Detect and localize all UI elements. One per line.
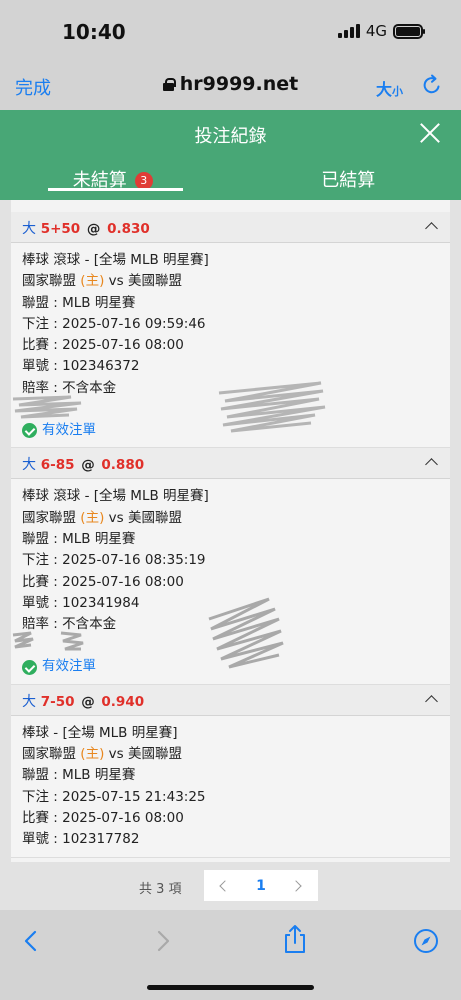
close-icon[interactable] <box>419 122 441 144</box>
url-text: hr9999.net <box>179 73 299 95</box>
bet-odds: 0.830 <box>107 221 150 237</box>
back-icon[interactable] <box>18 928 44 954</box>
bet-card-body: 棒球 - [全場 MLB 明星賽] 國家聯盟 (主) vs 美國聯盟 聯盟 : … <box>11 716 450 857</box>
pager-controls: 1 <box>204 870 318 901</box>
lock-icon <box>162 78 176 91</box>
bet-card: 大 6-85 @ 0.880 棒球 滾球 - [全場 MLB 明星賽] 國家聯盟… <box>11 448 450 685</box>
bet-event: 棒球 滾球 - [全場 MLB 明星賽] <box>22 252 209 268</box>
pager-total: 共 3 項 <box>139 882 182 897</box>
bet-league: 聯盟 : MLB 明星賽 <box>22 530 136 547</box>
reload-icon[interactable] <box>421 74 443 96</box>
pagination: 共 3 項 1 <box>11 862 450 910</box>
pager-current-page[interactable]: 1 <box>256 878 266 894</box>
bet-card-header[interactable]: 大 6-85 @ 0.880 <box>11 448 450 480</box>
status-time: 10:40 <box>62 20 126 44</box>
check-icon <box>22 423 37 439</box>
bet-at: @ <box>81 693 95 710</box>
bet-card: 大 7-50 @ 0.940 棒球 - [全場 MLB 明星賽] 國家聯盟 (主… <box>11 684 450 858</box>
redacted-line <box>22 399 450 420</box>
page-title: 投注紀錄 <box>194 126 267 147</box>
bet-ticket-number: 單號 : 102346372 <box>22 358 140 375</box>
redacted-line <box>22 635 450 656</box>
bet-odds-type: 賠率 : 不含本金 <box>22 379 117 396</box>
chevron-up-icon[interactable] <box>425 222 438 235</box>
bet-card-body: 棒球 滾球 - [全場 MLB 明星賽] 國家聯盟 (主) vs 美國聯盟 聯盟… <box>11 479 450 683</box>
home-indicator <box>147 985 314 990</box>
bet-line: 5+50 <box>40 221 81 237</box>
bet-placed-time: 下注 : 2025-07-16 09:59:46 <box>22 315 206 332</box>
bet-match-time: 比賽 : 2025-07-16 08:00 <box>22 337 184 354</box>
active-tab-indicator <box>48 188 183 191</box>
tab-bar: 未結算 3 已結算 <box>0 158 461 200</box>
bet-at: @ <box>81 457 95 474</box>
bet-status-label: 有效注單 <box>42 422 96 439</box>
bet-match-time: 比賽 : 2025-07-16 08:00 <box>22 809 184 826</box>
bet-event: 棒球 - [全場 MLB 明星賽] <box>22 724 178 741</box>
tab-settled-label: 已結算 <box>321 170 376 191</box>
text-size-button[interactable]: 大小 <box>376 76 403 100</box>
browser-bar: 完成 hr9999.net 大小 <box>0 62 461 110</box>
bet-ticket-number: 單號 : 102341984 <box>22 594 140 611</box>
tab-settled[interactable]: 已結算 <box>236 158 461 200</box>
bet-status: 有效注單 <box>22 656 450 677</box>
bet-odds-type: 賠率 : 不含本金 <box>22 616 117 633</box>
bet-card-header[interactable]: 大 5+50 @ 0.830 <box>11 212 450 243</box>
network-label: 4G <box>365 22 387 40</box>
bet-line: 7-50 <box>40 693 75 710</box>
battery-icon <box>393 23 425 39</box>
browser-toolbar <box>0 910 461 1000</box>
app-header: 投注紀錄 <box>0 110 461 158</box>
bet-at: @ <box>86 221 101 237</box>
bet-odds: 0.940 <box>101 693 145 710</box>
bet-status: 有效注單 <box>22 420 450 441</box>
status-indicators: 4G <box>337 22 425 40</box>
bet-teams: 國家聯盟 (主) vs 美國聯盟 <box>22 509 182 526</box>
bet-direction: 大 <box>22 693 36 710</box>
tab-unsettled[interactable]: 未結算 3 <box>0 158 236 200</box>
bet-direction: 大 <box>22 221 36 237</box>
bet-list[interactable]: 大 5+50 @ 0.830 棒球 滾球 - [全場 MLB 明星賽] 國家聯盟… <box>11 200 450 862</box>
bet-ticket-number: 單號 : 102317782 <box>22 831 140 848</box>
bet-event: 棒球 滾球 - [全場 MLB 明星賽] <box>22 488 209 505</box>
share-icon[interactable] <box>282 924 308 954</box>
bet-teams: 國家聯盟 (主) vs 美國聯盟 <box>22 273 182 290</box>
signal-icon <box>337 24 360 38</box>
bet-placed-time: 下注 : 2025-07-15 21:43:25 <box>22 788 206 805</box>
bet-placed-time: 下注 : 2025-07-16 08:35:19 <box>22 552 206 569</box>
status-bar: 10:40 4G <box>0 0 461 62</box>
chevron-up-icon[interactable] <box>425 694 438 708</box>
bet-line: 6-85 <box>40 457 75 474</box>
bet-direction: 大 <box>22 457 36 474</box>
forward-icon[interactable] <box>150 928 176 954</box>
bet-card-header[interactable]: 大 7-50 @ 0.940 <box>11 684 450 716</box>
bet-card: 大 5+50 @ 0.830 棒球 滾球 - [全場 MLB 明星賽] 國家聯盟… <box>11 212 450 449</box>
bet-league: 聯盟 : MLB 明星賽 <box>22 767 136 784</box>
bet-odds: 0.880 <box>101 457 145 474</box>
check-icon <box>22 659 37 675</box>
chevron-left-icon[interactable] <box>216 878 232 894</box>
bet-status-label: 有效注單 <box>42 658 96 675</box>
bet-teams: 國家聯盟 (主) vs 美國聯盟 <box>22 746 182 763</box>
chevron-right-icon[interactable] <box>290 878 306 894</box>
bet-league: 聯盟 : MLB 明星賽 <box>22 294 136 311</box>
chevron-up-icon[interactable] <box>425 458 438 472</box>
bet-match-time: 比賽 : 2025-07-16 08:00 <box>22 573 184 590</box>
bet-card-body: 棒球 滾球 - [全場 MLB 明星賽] 國家聯盟 (主) vs 美國聯盟 聯盟… <box>11 243 450 447</box>
compass-icon[interactable] <box>413 928 439 954</box>
